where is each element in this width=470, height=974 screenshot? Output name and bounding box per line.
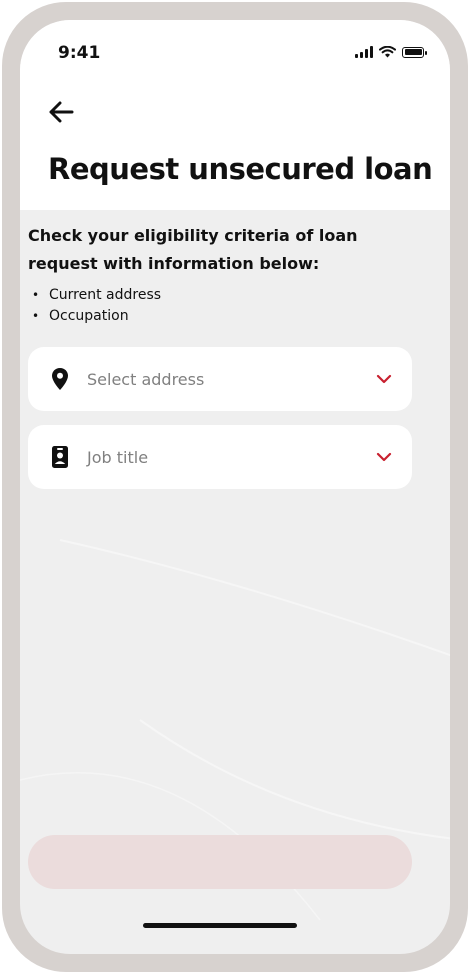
- job-title-select[interactable]: Job title: [28, 425, 412, 489]
- chevron-down-icon: [374, 369, 394, 389]
- status-icons: [355, 46, 427, 58]
- page-title: Request unsecured loan: [48, 152, 433, 186]
- cellular-signal-icon: [355, 46, 373, 58]
- status-time: 9:41: [58, 43, 101, 63]
- wifi-icon: [379, 46, 396, 58]
- address-placeholder: Select address: [87, 369, 205, 389]
- criteria-list: Current address Occupation: [32, 285, 161, 327]
- home-indicator: [143, 923, 297, 928]
- criteria-item: Occupation: [32, 306, 161, 327]
- location-pin-icon: [48, 367, 72, 391]
- arrow-left-icon: [49, 101, 74, 123]
- address-select[interactable]: Select address: [28, 347, 412, 411]
- intro-text: Check your eligibility criteria of loan …: [28, 226, 358, 273]
- id-badge-icon: [48, 445, 72, 469]
- battery-icon: [402, 46, 427, 58]
- job-title-placeholder: Job title: [87, 447, 149, 467]
- back-button[interactable]: [45, 96, 77, 128]
- criteria-item: Current address: [32, 285, 161, 306]
- chevron-down-icon: [374, 447, 394, 467]
- submit-button[interactable]: [28, 835, 412, 889]
